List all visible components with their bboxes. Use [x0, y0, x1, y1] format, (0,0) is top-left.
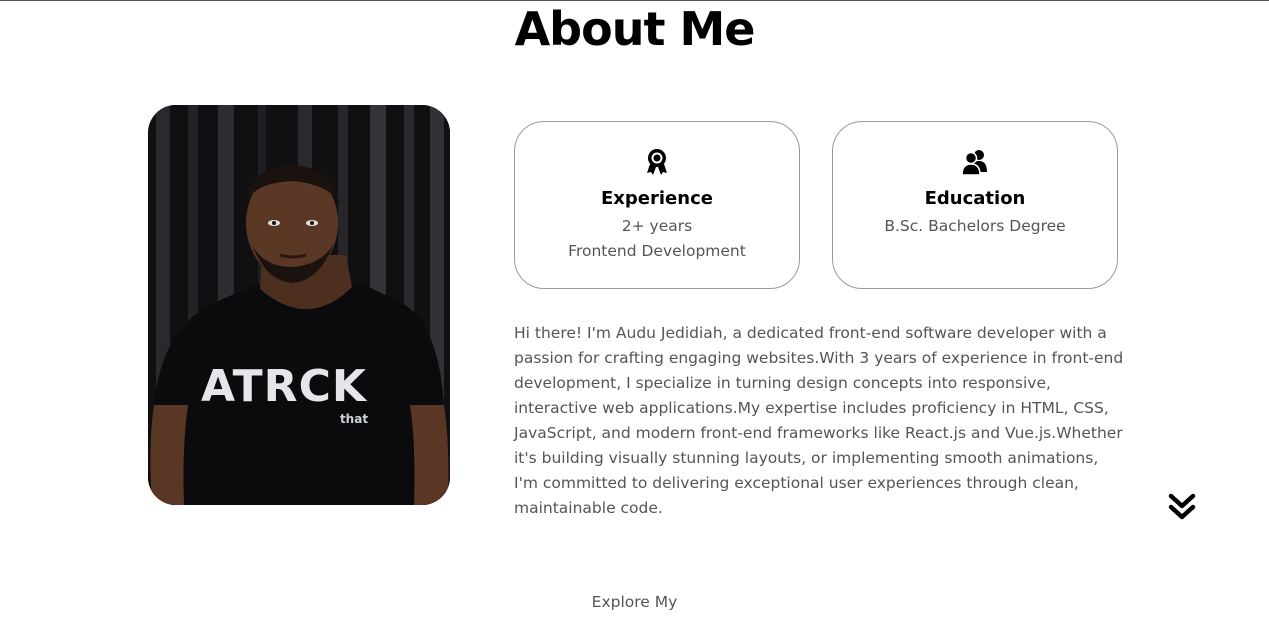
- next-section-label: Explore My: [591, 593, 678, 611]
- experience-years: 2+ years: [621, 217, 693, 235]
- double-chevron-down-icon[interactable]: [1168, 493, 1196, 521]
- users-icon: [833, 148, 1117, 178]
- education-title: Education: [924, 188, 1026, 209]
- education-degree: B.Sc. Bachelors Degree: [884, 217, 1066, 235]
- shirt-text: ATRCK: [201, 361, 368, 412]
- profile-photo: ATRCK that: [148, 105, 450, 505]
- award-icon: [515, 148, 799, 178]
- experience-card: Experience 2+ years Frontend Development: [514, 121, 800, 289]
- education-card: Education B.Sc. Bachelors Degree: [832, 121, 1118, 289]
- shirt-subtext: that: [340, 412, 368, 426]
- experience-field: Frontend Development: [568, 242, 746, 260]
- about-section: About Me ATRCK that Experience 2+ years …: [0, 0, 1269, 619]
- bio-text: Hi there! I'm Audu Jedidiah, a dedicated…: [514, 324, 1124, 517]
- experience-title: Experience: [601, 188, 713, 209]
- page-title: About Me: [514, 2, 756, 56]
